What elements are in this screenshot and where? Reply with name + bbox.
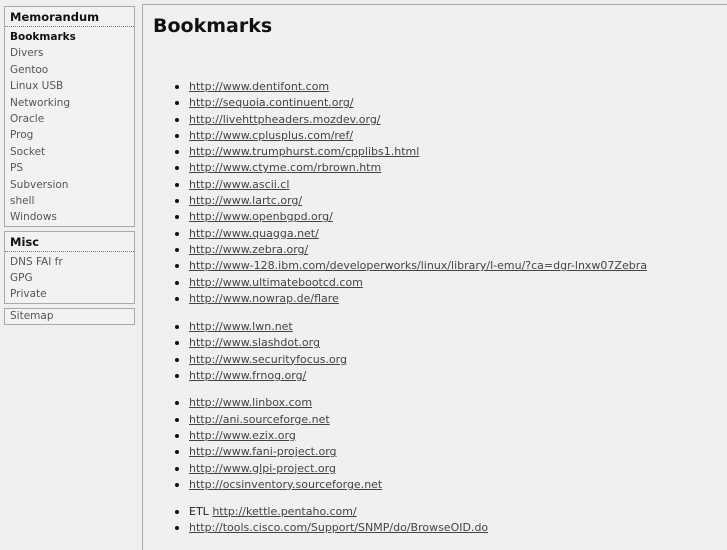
list-item: http://tools.cisco.com/Support/SNMP/do/B… [173, 520, 647, 536]
list-item: http://www.glpi-project.org [173, 461, 647, 477]
sitemap-link[interactable]: Sitemap [5, 309, 134, 324]
list-item: http://www.quagga.net/ [173, 226, 647, 242]
sidebar-item-dns-fai-fr[interactable]: DNS FAI fr [5, 254, 134, 270]
sidebar-item-private[interactable]: Private [5, 286, 134, 302]
bookmark-link[interactable]: http://www.lartc.org/ [189, 194, 302, 207]
list-item: http://www.ascii.cl [173, 177, 647, 193]
bookmark-link[interactable]: http://www.fani-project.org [189, 445, 337, 458]
bookmark-lists: http://www.dentifont.com http://sequoia.… [173, 79, 647, 537]
bookmark-link[interactable]: http://www.nowrap.de/flare [189, 292, 339, 305]
bookmark-link[interactable]: http://ocsinventory.sourceforge.net [189, 478, 382, 491]
sidebar-item-ps[interactable]: PS [5, 160, 134, 176]
bookmark-link[interactable]: http://www.dentifont.com [189, 80, 329, 93]
list-item: http://livehttpheaders.mozdev.org/ [173, 112, 647, 128]
sidebar-item-gentoo[interactable]: Gentoo [5, 62, 134, 78]
sidebar-item-oracle[interactable]: Oracle [5, 111, 134, 127]
bookmark-link[interactable]: http://www.openbgpd.org/ [189, 210, 333, 223]
bookmark-link[interactable]: http://www.securityfocus.org [189, 353, 347, 366]
bookmark-link[interactable]: http://livehttpheaders.mozdev.org/ [189, 113, 381, 126]
misc-menu-title: Misc [5, 232, 134, 252]
bookmark-link[interactable]: http://www.ezix.org [189, 429, 296, 442]
sidebar-item-linux-usb[interactable]: Linux USB [5, 78, 134, 94]
list-item: http://www.frnog.org/ [173, 368, 647, 384]
misc-menu: Misc DNS FAI fr GPG Private [4, 230, 135, 304]
list-item: http://www.fani-project.org [173, 444, 647, 460]
bookmark-link[interactable]: http://www.cplusplus.com/ref/ [189, 129, 353, 142]
sidebar-item-windows[interactable]: Windows [5, 209, 134, 225]
sidebar-item-gpg[interactable]: GPG [5, 270, 134, 286]
list-item: http://www-128.ibm.com/developerworks/li… [173, 258, 647, 274]
sidebar: Memorandum Bookmarks Divers Gentoo Linux… [4, 6, 135, 329]
bookmark-link[interactable]: http://www.ascii.cl [189, 178, 289, 191]
page-title: Bookmarks [153, 15, 273, 37]
list-item: http://www.nowrap.de/flare [173, 291, 647, 307]
bookmark-link[interactable]: http://kettle.pentaho.com/ [212, 505, 356, 518]
bookmark-link[interactable]: http://tools.cisco.com/Support/SNMP/do/B… [189, 521, 488, 534]
list-item: http://ani.sourceforge.net [173, 412, 647, 428]
etl-label: ETL [189, 505, 209, 519]
bookmark-link[interactable]: http://sequoia.continuent.org/ [189, 96, 354, 109]
list-item: http://ocsinventory.sourceforge.net [173, 477, 647, 493]
list-item: http://www.ultimatebootcd.com [173, 275, 647, 291]
bookmark-link[interactable]: http://www.slashdot.org [189, 336, 320, 349]
list-item: http://www.linbox.com [173, 395, 647, 411]
sidebar-item-socket[interactable]: Socket [5, 144, 134, 160]
list-item: http://www.zebra.org/ [173, 242, 647, 258]
sitemap-box: Sitemap [4, 307, 135, 325]
bookmark-link[interactable]: http://www.quagga.net/ [189, 227, 319, 240]
bookmark-list-3: http://www.linbox.com http://ani.sourcef… [173, 395, 647, 493]
list-item: http://www.lartc.org/ [173, 193, 647, 209]
bookmark-link[interactable]: http://www.trumphurst.com/cpplibs1.html [189, 145, 419, 158]
sidebar-item-shell[interactable]: shell [5, 193, 134, 209]
list-item: http://www.lwn.net [173, 319, 647, 335]
bookmark-list-2: http://www.lwn.net http://www.slashdot.o… [173, 319, 647, 384]
bookmark-link[interactable]: http://ani.sourceforge.net [189, 413, 330, 426]
list-item: http://www.dentifont.com [173, 79, 647, 95]
bookmark-list-1: http://www.dentifont.com http://sequoia.… [173, 79, 647, 307]
list-item: http://www.ctyme.com/rbrown.htm [173, 160, 647, 176]
bookmark-link[interactable]: http://www.frnog.org/ [189, 369, 306, 382]
sidebar-item-divers[interactable]: Divers [5, 45, 134, 61]
bookmark-link[interactable]: http://www.ultimatebootcd.com [189, 276, 363, 289]
bookmark-list-4: ETL http://kettle.pentaho.com/ http://to… [173, 504, 647, 537]
list-item: http://www.openbgpd.org/ [173, 209, 647, 225]
bookmark-link[interactable]: http://www.linbox.com [189, 396, 312, 409]
sidebar-item-prog[interactable]: Prog [5, 127, 134, 143]
sidebar-item-subversion[interactable]: Subversion [5, 177, 134, 193]
list-item: http://sequoia.continuent.org/ [173, 95, 647, 111]
memorandum-menu-title: Memorandum [5, 7, 134, 27]
memorandum-menu: Memorandum Bookmarks Divers Gentoo Linux… [4, 6, 135, 227]
list-item: http://www.slashdot.org [173, 335, 647, 351]
bookmark-link[interactable]: http://www.lwn.net [189, 320, 293, 333]
bookmark-link[interactable]: http://www.ctyme.com/rbrown.htm [189, 161, 381, 174]
sidebar-item-networking[interactable]: Networking [5, 95, 134, 111]
bookmark-link[interactable]: http://www.zebra.org/ [189, 243, 308, 256]
main-content: Bookmarks http://www.dentifont.com http:… [142, 4, 727, 550]
bookmark-link[interactable]: http://www-128.ibm.com/developerworks/li… [189, 259, 647, 272]
list-item: ETL http://kettle.pentaho.com/ [173, 504, 647, 520]
sidebar-item-bookmarks[interactable]: Bookmarks [5, 29, 134, 45]
list-item: http://www.trumphurst.com/cpplibs1.html [173, 144, 647, 160]
list-item: http://www.securityfocus.org [173, 352, 647, 368]
list-item: http://www.cplusplus.com/ref/ [173, 128, 647, 144]
list-item: http://www.ezix.org [173, 428, 647, 444]
bookmark-link[interactable]: http://www.glpi-project.org [189, 462, 336, 475]
